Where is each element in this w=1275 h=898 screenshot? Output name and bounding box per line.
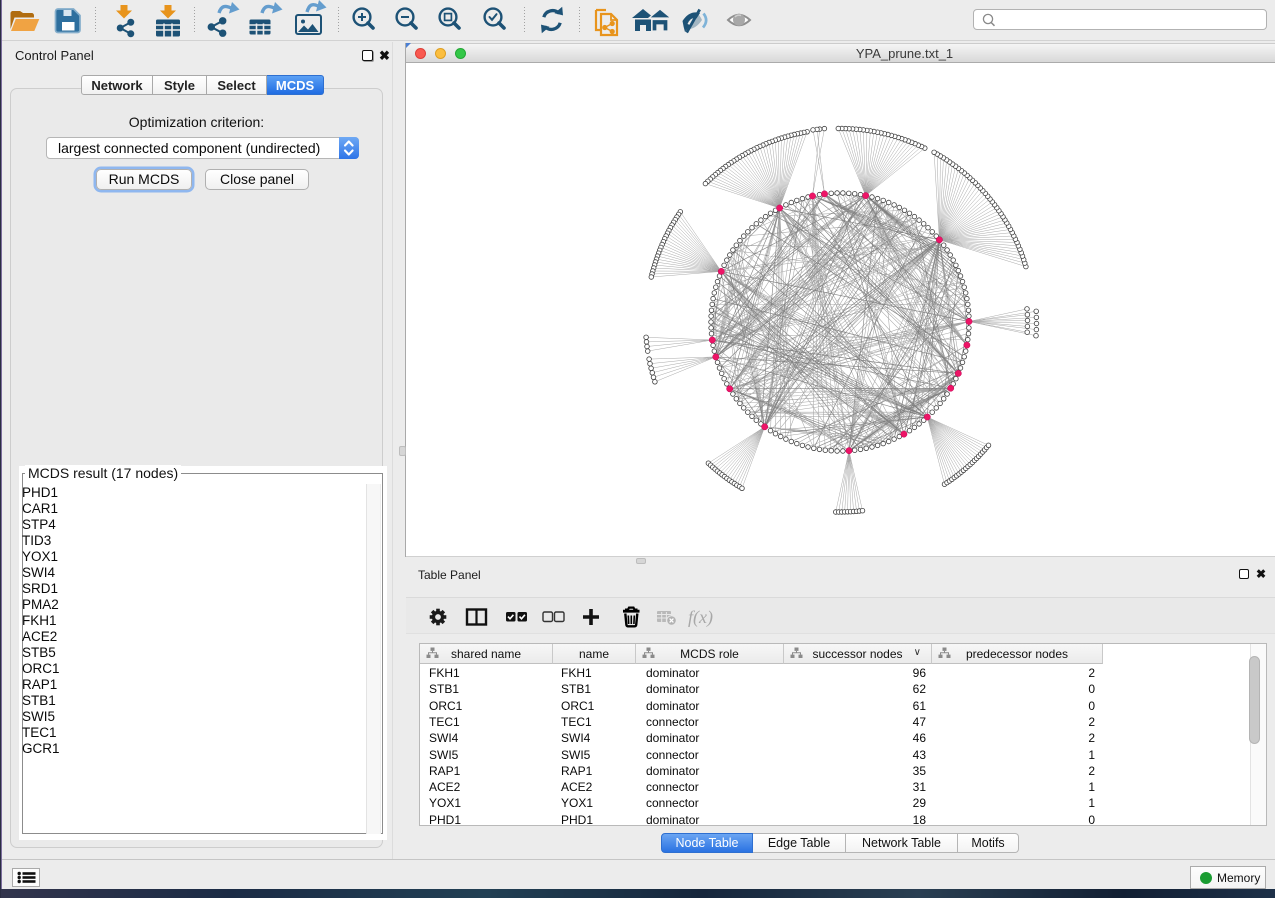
svg-text:f(x): f(x): [688, 607, 713, 628]
